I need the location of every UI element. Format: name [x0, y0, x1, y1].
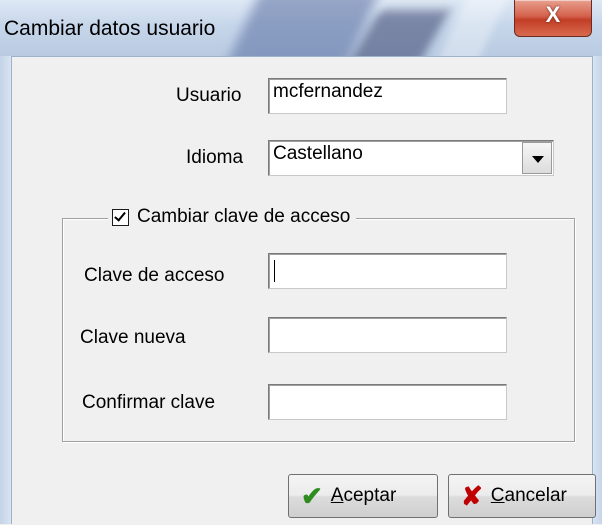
- change-password-label: Cambiar clave de acceso: [137, 206, 351, 227]
- clave-nueva-input[interactable]: [268, 317, 507, 353]
- cancelar-label: Cancelar: [490, 485, 567, 506]
- idioma-value: Castellano: [273, 143, 363, 164]
- chevron-down-icon[interactable]: [522, 142, 552, 174]
- text-caret: [274, 260, 275, 282]
- titlebar-decoration: [219, 0, 381, 56]
- clave-acceso-input[interactable]: [268, 253, 507, 289]
- usuario-value: mcfernandez: [273, 81, 383, 102]
- change-password-toggle[interactable]: Cambiar clave de acceso: [108, 203, 357, 231]
- idioma-select[interactable]: Castellano: [268, 140, 554, 176]
- aceptar-button[interactable]: ✔ Aceptar: [288, 474, 438, 518]
- usuario-input[interactable]: mcfernandez: [268, 78, 507, 114]
- window-frame-left: [0, 56, 12, 524]
- aceptar-label: Aceptar: [330, 485, 397, 506]
- confirmar-clave-label: Confirmar clave: [82, 392, 216, 413]
- idioma-label: Idioma: [186, 147, 244, 168]
- title-bar[interactable]: Cambiar datos usuario X: [0, 0, 602, 56]
- window-title: Cambiar datos usuario: [4, 17, 216, 40]
- clave-nueva-label: Clave nueva: [80, 327, 186, 348]
- close-button[interactable]: X: [514, 0, 592, 37]
- change-password-checkbox[interactable]: [112, 208, 129, 226]
- cancelar-button[interactable]: ✘ Cancelar: [448, 474, 596, 518]
- titlebar-decoration: [431, 0, 509, 56]
- usuario-label: Usuario: [176, 85, 242, 106]
- cross-icon: ✘: [461, 481, 483, 511]
- check-icon: ✔: [301, 481, 323, 511]
- confirmar-clave-input[interactable]: [268, 384, 507, 420]
- close-icon: X: [545, 2, 561, 27]
- clave-acceso-label: Clave de acceso: [84, 265, 225, 286]
- window-frame-right: [592, 56, 602, 524]
